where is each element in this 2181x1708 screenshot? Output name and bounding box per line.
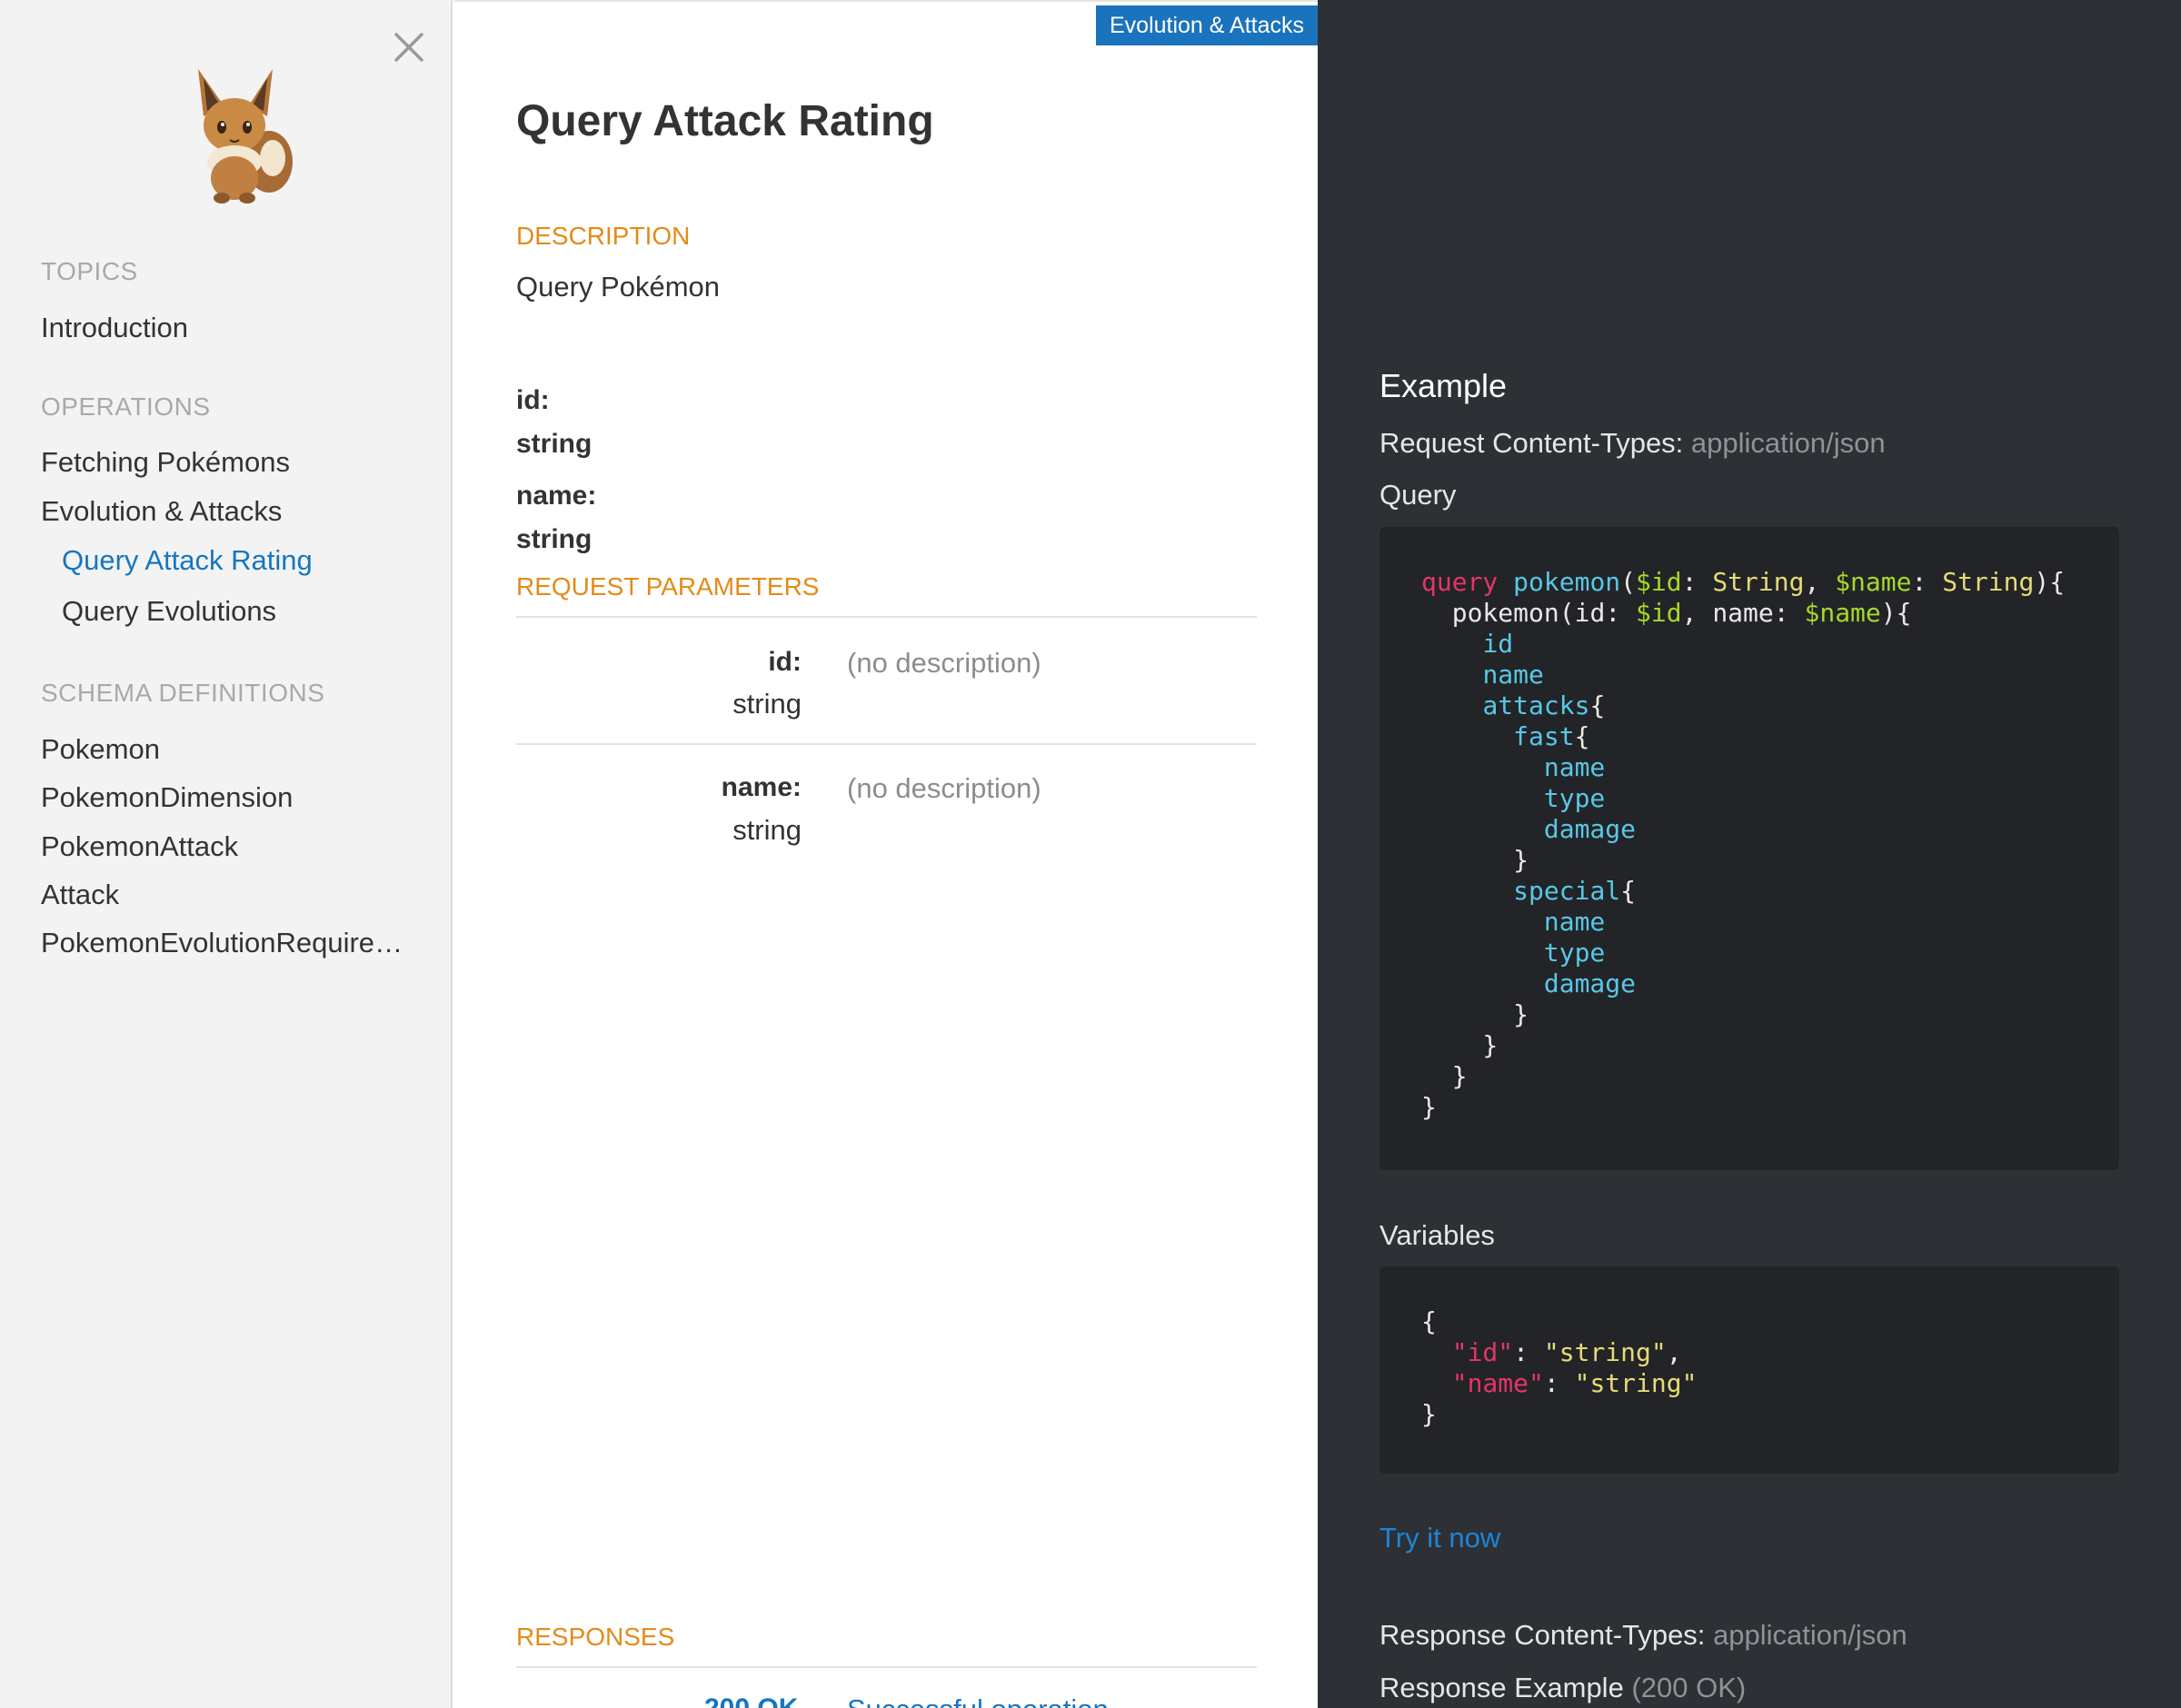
nav-item-pokemon[interactable]: Pokemon [41,733,160,766]
nav-heading-schema-definitions: SCHEMA DEFINITIONS [41,679,325,707]
nav-item-pokemon-evolution-requirement[interactable]: PokemonEvolutionRequirement [41,927,423,959]
response-content-types-label: Response Content-Types: [1379,1619,1706,1651]
param-name: name: [721,772,802,802]
tag-badge[interactable]: Evolution & Attacks [1095,5,1318,45]
code-operation: pokemon [1513,567,1621,597]
code-var: $name [1804,598,1881,628]
code-var: $id [1636,598,1682,628]
main-content: Evolution & Attacks Query Attack Rating … [454,0,1318,1708]
example-panel: Example Request Content-Types: applicati… [1318,0,2181,1708]
code-field: id [1482,629,1514,659]
response-example-label: Response Example [1379,1672,1624,1703]
sidebar: TOPICS Introduction OPERATIONS Fetching … [0,0,453,1708]
eevee-logo [198,69,293,204]
param-type: string [732,814,802,846]
nav-heading-topics: TOPICS [41,257,138,285]
divider [516,616,1257,618]
code-field: fast [1513,721,1575,751]
request-parameters-label: REQUEST PARAMETERS [516,572,820,601]
example-heading: Example [1379,367,1508,404]
response-content-types-value: application/json [1713,1619,1907,1651]
code-field: type [1543,783,1606,813]
nav-item-pokemon-dimension[interactable]: PokemonDimension [41,781,293,814]
variables-label: Variables [1379,1219,1495,1251]
responses-label: RESPONSES [516,1623,675,1651]
code-type: String [1942,567,2035,597]
request-content-types: Request Content-Types: application/json [1379,427,1886,460]
arg-name: name: [516,481,597,511]
response-example-status: (200 OK) [1631,1672,1747,1703]
nav-item-introduction[interactable]: Introduction [41,312,188,344]
response-content-types: Response Content-Types: application/json [1379,1619,1907,1652]
query-label: Query [1379,479,1457,511]
nav-item-fetching-pokemons[interactable]: Fetching Pokémons [41,446,290,479]
divider [516,743,1257,745]
code-field: damage [1543,814,1637,844]
code-field: attacks [1482,690,1590,720]
code-keyword: query [1421,567,1499,597]
description-text: Query Pokémon [516,271,720,303]
request-content-types-label: Request Content-Types: [1379,427,1684,459]
description-label: DESCRIPTION [516,222,691,250]
nav-item-pokemon-attack[interactable]: PokemonAttack [41,830,238,863]
code-field: name [1543,907,1606,937]
code-field: special [1513,876,1621,906]
param-name: id: [768,647,802,677]
nav-item-attack[interactable]: Attack [41,879,119,911]
param-description: (no description) [847,772,1041,804]
arg-name: id: [516,385,550,415]
code-var: $name [1835,567,1912,597]
arg-type: string [516,524,593,554]
variables-code-block[interactable]: { "id": "string", "name": "string" } [1379,1266,2119,1474]
code-field: damage [1543,968,1637,998]
code-var: $id [1636,567,1682,597]
page-title: Query Attack Rating [516,97,934,145]
query-code-block[interactable]: query pokemon($id: String, $name: String… [1379,527,2119,1170]
variable-value: string [1589,1368,1682,1398]
code-arg: name [1712,598,1774,628]
response-example: Response Example (200 OK) [1379,1672,1746,1704]
request-content-types-value: application/json [1690,427,1886,459]
nav-item-evolution-attacks[interactable]: Evolution & Attacks [41,495,282,528]
code-call: pokemon [1451,598,1559,628]
code-field: type [1543,938,1606,968]
code-type: String [1712,567,1805,597]
nav-item-query-attack-rating[interactable]: Query Attack Rating [62,544,313,577]
close-icon[interactable] [391,29,427,65]
nav-heading-operations: OPERATIONS [41,392,211,421]
arg-type: string [516,429,593,459]
response-code[interactable]: 200 OK [704,1693,798,1708]
divider [516,1666,1257,1668]
param-type: string [732,688,802,720]
nav-item-query-evolutions[interactable]: Query Evolutions [62,595,276,628]
code-arg: id [1574,598,1606,628]
try-it-now-link[interactable]: Try it now [1379,1522,1500,1554]
param-description: (no description) [847,647,1041,679]
variable-value: string [1559,1337,1651,1367]
code-field: name [1543,752,1606,782]
code-field: name [1482,660,1544,690]
response-description[interactable]: Successful operation [847,1693,1109,1708]
